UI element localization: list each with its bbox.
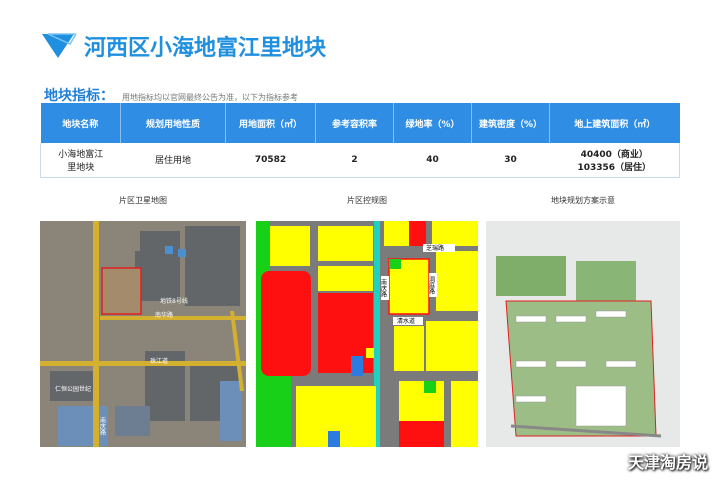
col-header: 地上建筑面积（㎡） (549, 103, 680, 143)
indicators-heading: 地块指标： 用地指标均以官网最终公告为准，以下为指标参考 (44, 85, 298, 105)
cell-green: 40 (393, 143, 472, 178)
cell-gfa: 40400（商业） 103356（居住） (549, 143, 680, 178)
sat-label: 珠江道 (150, 357, 168, 365)
sat-label: 南庆路 (99, 416, 106, 436)
triangle-logo-icon (42, 33, 76, 58)
table-row: 小海地富江里地块 居住用地 70582 2 40 30 40400（商业） 103… (40, 143, 680, 178)
cell-density: 30 (471, 143, 550, 178)
cell-area: 70582 (225, 143, 316, 178)
zoning-plan-map: 芝瑞路 南庆路 洞庭路 清水道 (256, 221, 478, 447)
col-header: 绿地率（%） (393, 103, 472, 143)
page-title: 河西区小海地富江里地块 (84, 36, 327, 61)
gfa-residential: 103356（居住） (577, 162, 652, 173)
watermark: 天津淘房说 (627, 453, 708, 472)
cell-far: 2 (315, 143, 394, 178)
col-header: 地块名称 (40, 103, 121, 143)
indicators-label: 地块指标： (44, 88, 114, 104)
cell-use: 居住用地 (120, 143, 226, 178)
sat-label: 地铁8号线 (160, 297, 188, 305)
col-header: 建筑密度（%） (471, 103, 550, 143)
plan-label: 洞庭路 (428, 275, 435, 295)
caption-plan: 片区控规图 (347, 196, 387, 205)
page-title-block: 河西区小海地富江里地块 (40, 30, 326, 62)
plan-label: 芝瑞路 (426, 244, 444, 252)
col-header: 参考容积率 (315, 103, 394, 143)
col-header: 用地面积（㎡） (225, 103, 316, 143)
cell-name: 小海地富江里地块 (40, 143, 121, 178)
indicator-table: 地块名称 规划用地性质 用地面积（㎡） 参考容积率 绿地率（%） 建筑密度（%）… (40, 103, 680, 178)
scheme-render (486, 221, 680, 447)
sat-label: 仁恒公园世纪 (55, 385, 91, 393)
caption-scheme: 地块规划方案示意 (551, 196, 615, 205)
plan-label: 清水道 (397, 317, 415, 325)
gfa-commercial: 40400（商业） (580, 149, 648, 160)
sat-label: 南华路 (155, 311, 173, 319)
col-header: 规划用地性质 (120, 103, 226, 143)
indicators-note: 用地指标均以官网最终公告为准，以下为指标参考 (122, 93, 298, 102)
plan-label: 南庆路 (380, 278, 387, 298)
satellite-map: 地铁8号线 南华路 珠江道 仁恒公园世纪 南庆路 (40, 221, 246, 447)
caption-satellite: 片区卫星地图 (119, 196, 167, 205)
